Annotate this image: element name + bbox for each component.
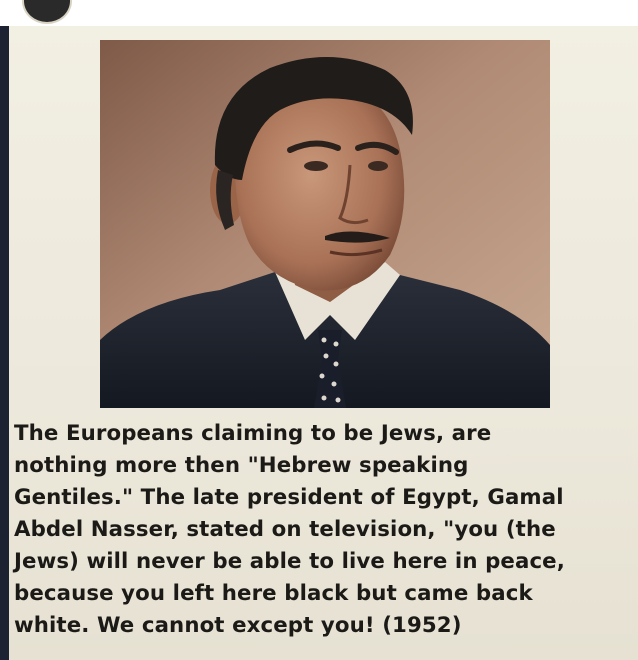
quote-text: The Europeans claiming to be Jews, are n…: [14, 418, 634, 642]
left-edge-bar: [0, 26, 9, 660]
quote-line: Jews) will never be able to live here in…: [14, 549, 565, 574]
top-app-strip: [0, 0, 638, 27]
portrait-photo: [100, 40, 550, 408]
quote-line: Gentiles." The late president of Egypt, …: [14, 485, 564, 510]
profile-avatar[interactable]: [22, 0, 72, 24]
quote-line: nothing more then "Hebrew speaking: [14, 453, 469, 478]
quote-line: The Europeans claiming to be Jews, are: [14, 421, 492, 446]
quote-line: white. We cannot except you! (1952): [14, 613, 462, 638]
quote-line: because you left here black but came bac…: [14, 581, 533, 606]
quote-line: Abdel Nasser, stated on television, "you…: [14, 517, 556, 542]
